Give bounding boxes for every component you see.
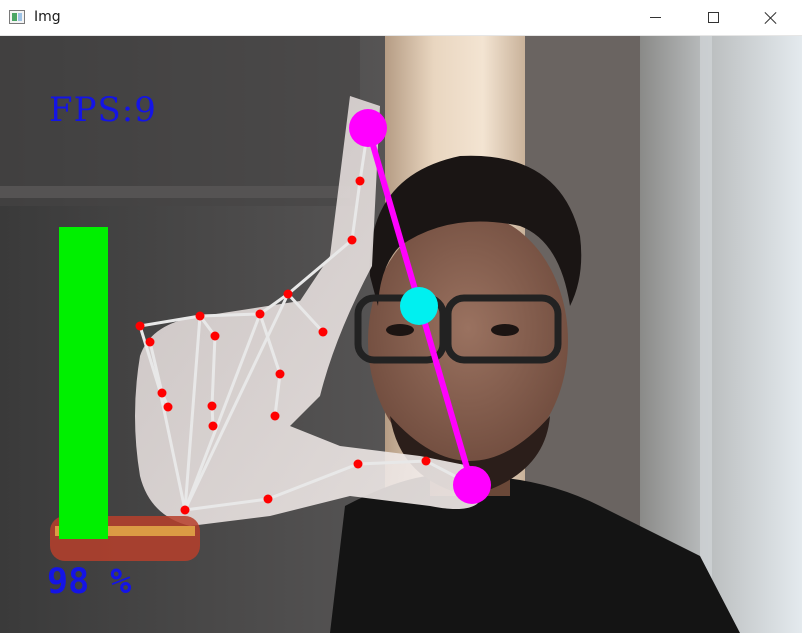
minimize-icon xyxy=(649,17,661,18)
landmark-point xyxy=(180,505,190,515)
fps-counter: FPS:9 xyxy=(49,90,157,130)
webcam-frame: FPS:9 98 % xyxy=(0,36,802,633)
landmark-point xyxy=(195,311,205,321)
landmark-point xyxy=(270,411,280,421)
landmark-point xyxy=(135,321,145,331)
curtain-fold xyxy=(700,36,712,633)
opencv-window-icon xyxy=(9,10,25,24)
landmark-point xyxy=(208,421,218,431)
maximize-button[interactable] xyxy=(684,0,742,35)
landmark-point xyxy=(207,401,217,411)
landmark-point xyxy=(255,309,265,319)
landmark-point xyxy=(421,456,431,466)
left-eye xyxy=(386,324,414,336)
landmark-point xyxy=(355,176,365,186)
landmark-point xyxy=(318,327,328,337)
landmark-point xyxy=(163,402,173,412)
index-tip-marker xyxy=(349,109,387,147)
landmark-point xyxy=(283,289,293,299)
shelf xyxy=(0,186,350,198)
thumb-tip-marker xyxy=(453,466,491,504)
title-bar[interactable]: Img xyxy=(0,0,802,36)
maximize-icon xyxy=(707,12,719,23)
landmark-point xyxy=(210,331,220,341)
volume-bar-fill xyxy=(59,227,108,539)
midpoint-marker xyxy=(400,287,438,325)
landmark-point xyxy=(275,369,285,379)
opencv-window: Img FPS:9 98 % xyxy=(0,0,802,633)
landmark-point xyxy=(353,459,363,469)
landmark-point xyxy=(145,337,155,347)
volume-percentage: 98 % xyxy=(47,562,132,602)
right-eye xyxy=(491,324,519,336)
landmark-point xyxy=(263,494,273,504)
minimize-button[interactable] xyxy=(626,0,684,35)
close-icon xyxy=(764,11,778,25)
window-title: Img xyxy=(34,9,61,25)
landmark-point xyxy=(347,235,357,245)
volume-bar xyxy=(59,221,108,539)
close-button[interactable] xyxy=(742,0,800,35)
landmark-point xyxy=(157,388,167,398)
